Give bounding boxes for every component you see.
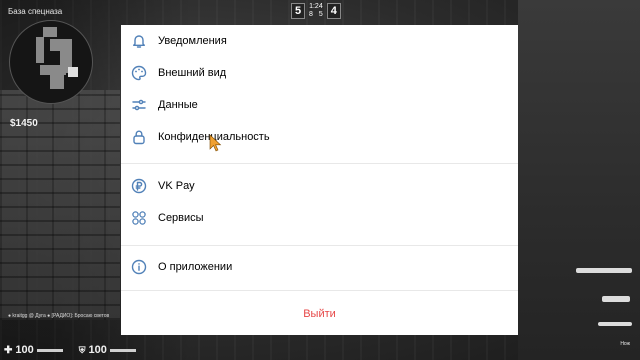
menu-item-appearance[interactable]: Внешний вид [121, 59, 518, 87]
palette-icon [131, 65, 147, 81]
mouse-cursor-icon [209, 134, 222, 152]
menu-item-vk-pay[interactable]: VK Pay [121, 172, 518, 200]
ct-score: 5 [291, 3, 305, 19]
health-cross-icon: ✚ [4, 344, 13, 356]
t-score: 4 [326, 3, 341, 19]
menu-item-services[interactable]: Сервисы [121, 204, 518, 232]
bell-icon [131, 33, 147, 49]
health-bar [36, 348, 63, 352]
ct-alive-count: 8 [309, 11, 313, 18]
services-icon [131, 210, 147, 226]
t-alive-count: 5 [318, 11, 323, 18]
scoreboard: 5 1:24 8 5 4 [291, 2, 341, 20]
menu-item-notifications[interactable]: Уведомления [121, 27, 518, 55]
rifle-icon [576, 268, 632, 273]
menu-item-label: Сервисы [158, 212, 204, 224]
health-armor-hud: ✚ 100 ⛨ 100 [4, 344, 136, 356]
pistol-icon [602, 296, 630, 302]
round-timer: 1:24 [309, 3, 323, 10]
menu-item-data[interactable]: Данные [121, 91, 518, 119]
weapon-name: Нож [620, 341, 630, 347]
logout-button[interactable]: Выйти [121, 301, 518, 327]
armor-shield-icon: ⛨ [78, 344, 86, 355]
menu-item-label: Данные [158, 99, 198, 111]
menu-divider [121, 163, 518, 164]
menu-item-privacy[interactable]: Конфиденциальность [121, 123, 518, 151]
menu-item-about[interactable]: О приложении [121, 253, 518, 281]
sliders-icon [131, 97, 147, 113]
lock-icon [131, 129, 147, 145]
info-icon [131, 259, 147, 275]
health-value: 100 [15, 344, 34, 356]
knife-icon [598, 322, 632, 326]
menu-item-label: О приложении [158, 261, 233, 273]
menu-item-label: Уведомления [158, 35, 227, 47]
weapon-list [572, 262, 634, 337]
ruble-icon [131, 178, 147, 194]
armor-bar [109, 348, 136, 352]
settings-menu-dialog: Уведомления Внешний вид Данные Конфиденц… [121, 25, 518, 335]
map-location-label: База спецназа [8, 7, 63, 16]
radio-chat-line: ● kraitgg @ Дуга ● [РАДИО]: Бросаю свето… [8, 313, 110, 319]
menu-divider [121, 290, 518, 291]
radar-minimap [9, 20, 93, 104]
menu-divider [121, 245, 518, 246]
menu-item-label: VK Pay [158, 180, 195, 192]
money-counter: $1450 [10, 118, 38, 129]
armor-value: 100 [88, 344, 107, 356]
menu-item-label: Внешний вид [158, 67, 227, 79]
